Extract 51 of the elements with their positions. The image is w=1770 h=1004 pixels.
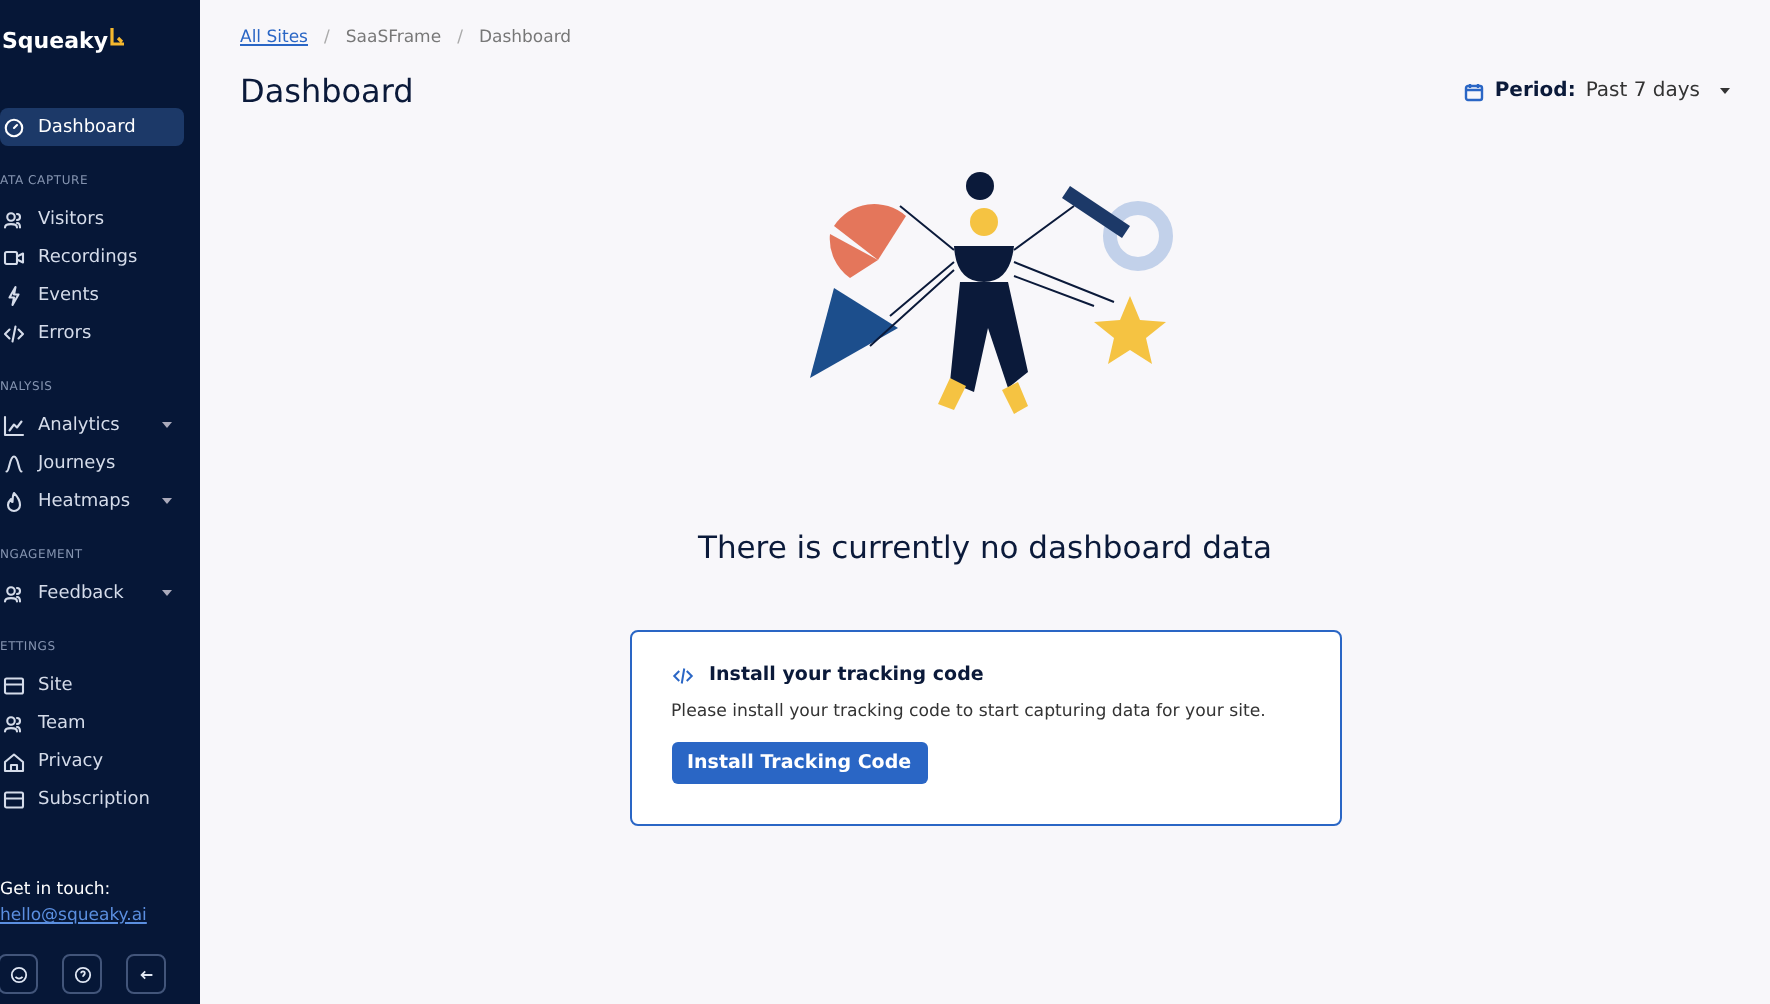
nav-item[interactable]: Recordings [0,238,184,276]
calendar-icon [1464,81,1485,101]
period-label: Period: [1494,80,1576,102]
collapse-button[interactable] [126,954,166,994]
install-button[interactable]: Install Tracking Code [671,742,928,784]
help-button[interactable] [62,954,102,994]
nav-item[interactable]: Site [0,666,184,704]
card-icon [2,673,26,697]
contact-label: Get in touch: [0,880,113,900]
card-description: Please install your tracking code to start capturing data for your site. [671,702,1268,722]
path-icon [2,451,26,475]
nav-item[interactable]: Events [0,276,184,314]
help-icon [73,965,91,983]
mouse-tail-icon [110,28,126,48]
empty-state-message: There is currently no dashboard data [697,530,1273,566]
card-icon [2,787,26,811]
video-icon [2,245,26,269]
users-icon [2,581,26,605]
code-icon [671,665,693,685]
chart-icon [2,413,26,437]
flame-icon [2,489,26,513]
page-title: Dashboard [240,72,414,110]
period-dropdown[interactable]: Past 7 days [1585,80,1730,102]
arrow-left-icon [137,965,155,983]
breadcrumb-separator: / [457,28,463,48]
nav-item[interactable]: Privacy [0,742,184,780]
users-icon [2,711,26,735]
nav-item[interactable]: Errors [0,314,184,352]
bolt-icon [2,283,26,307]
nav-item[interactable]: Team [0,704,184,742]
nav-item[interactable]: Feedback [0,574,184,612]
users-icon [2,207,26,231]
breadcrumb-separator: / [324,28,330,48]
app-logo: Squeaky [2,28,108,54]
email-link[interactable]: hello@squeaky.ai [0,906,147,926]
smiley-button[interactable] [0,954,38,994]
gauge-icon [2,115,26,139]
nav-item[interactable]: Subscription [0,780,184,818]
code-icon [2,321,26,345]
breadcrumb-link[interactable]: All Sites [240,28,308,48]
card-title: Install your tracking code [709,664,984,686]
nav-item[interactable]: Journeys [0,444,184,482]
home-icon [2,749,26,773]
nav-item[interactable]: Visitors [0,200,184,238]
nav-item[interactable]: Analytics [0,406,184,444]
nav-item[interactable]: Heatmaps [0,482,184,520]
breadcrumb-item: SaaSFrame [345,28,442,48]
breadcrumb-item: Dashboard [478,28,572,48]
smiley-icon [9,965,27,983]
nav-item[interactable]: Dashboard [0,108,184,146]
caret-icon [1720,87,1730,95]
